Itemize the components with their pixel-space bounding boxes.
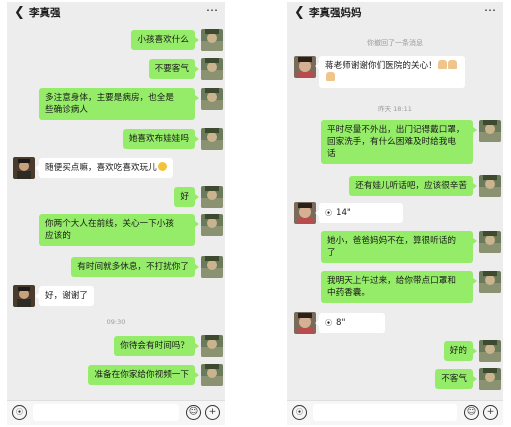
chevron-left-icon[interactable]: ❮ [294,6,306,20]
input-bar: ⦿ ☺ + [287,400,503,425]
message-bubble[interactable]: 你待会有时间吗？ [114,336,199,356]
chat-header: ❮ 李真强妈妈 ⋯ [287,2,503,24]
message-row: 还有娃儿听话吧，应该很辛苦 [287,175,503,197]
message-row: ⦿ 8" [287,312,503,334]
voice-icon[interactable]: ⦿ [292,405,307,420]
avatar[interactable] [479,231,501,253]
more-dots-icon[interactable]: ⋯ [206,3,218,17]
voice-message[interactable]: ⦿ 14" [315,203,403,223]
message-row: 蒋老师谢谢你们医院的关心！ [287,56,503,90]
avatar[interactable] [294,312,316,334]
message-bubble[interactable]: 你两个大人在前线，关心一下小孩 应该的 [39,214,199,246]
avatar[interactable] [201,256,223,278]
recalled-notice: 你撤回了一条消息 [367,39,423,47]
message-bubble[interactable]: 还有娃儿听话吧，应该很辛苦 [349,176,477,196]
avatar[interactable] [479,340,501,362]
message-bubble[interactable]: 多注意身体，主要是病房，也全是 些确诊病人 [39,88,199,120]
voice-message[interactable]: ⦿ 8" [315,313,385,333]
message-text: 随便买点嘛，喜欢吃喜欢玩儿 [45,163,157,173]
chat-title: 李真强 [29,7,61,19]
chat-window-left: ❮ 李真强 ⋯ 小孩喜欢什么 不要客气 多注意身体，主要是病房，也全是 些确诊病… [7,2,225,425]
message-row: 多注意身体，主要是病房，也全是 些确诊病人 [7,88,225,122]
timestamp: 昨天 18:11 [378,105,412,113]
avatar[interactable] [201,29,223,51]
voice-wave-icon: ⦿ [325,209,332,217]
message-row: 她小，爸爸妈妈不在，算很听话的 了 [287,231,503,265]
message-row: 好的 [287,340,503,362]
message-row: 准备在你家给你视频一下 [7,364,225,386]
message-bubble[interactable]: 她小，爸爸妈妈不在，算很听话的 了 [321,231,477,263]
input-bar: ⦿ ☺ + [7,400,225,425]
chat-header: ❮ 李真强 ⋯ [7,2,225,24]
message-row: 不要客气 [7,58,225,80]
smile-emoji-icon [157,162,167,171]
avatar[interactable] [201,58,223,80]
avatar[interactable] [294,202,316,224]
message-text: 蒋老师谢谢你们医院的关心！ [325,61,437,71]
message-row: 她喜欢布娃娃吗 [7,128,225,150]
voice-wave-icon: ⦿ [325,319,332,327]
message-row: 好，谢谢了 [7,285,225,307]
avatar[interactable] [479,120,501,142]
pray-emoji-icon [326,72,335,81]
message-bubble[interactable]: 好，谢谢了 [35,286,94,306]
more-dots-icon[interactable]: ⋯ [484,3,496,17]
chat-window-right: ❮ 李真强妈妈 ⋯ 你撤回了一条消息 蒋老师谢谢你们医院的关心！ 昨天 18:1… [287,2,503,425]
chevron-left-icon[interactable]: ❮ [14,6,26,20]
message-bubble[interactable]: 我明天上午过来，给你带点口罩和 中药香囊。 [321,271,477,303]
avatar[interactable] [201,364,223,386]
message-bubble[interactable]: 她喜欢布娃娃吗 [122,129,200,149]
plus-icon[interactable]: + [483,405,498,420]
message-row: ⦿ 14" [287,202,503,224]
avatar[interactable] [201,186,223,208]
voice-duration: 8" [336,318,346,328]
avatar[interactable] [479,271,501,293]
avatar[interactable] [479,368,501,390]
message-bubble[interactable]: 不客气 [435,369,477,389]
message-row: 我明天上午过来，给你带点口罩和 中药香囊。 [287,271,503,305]
message-row: 你待会有时间吗？ [7,335,225,357]
message-bubble[interactable]: 小孩喜欢什么 [131,30,199,50]
plus-icon[interactable]: + [205,405,220,420]
message-input[interactable] [33,404,179,421]
message-row: 你两个大人在前线，关心一下小孩 应该的 [7,214,225,248]
avatar[interactable] [13,157,35,179]
timestamp: 09:30 [106,318,126,326]
message-bubble[interactable]: 准备在你家给你视频一下 [88,365,199,385]
avatar[interactable] [201,128,223,150]
chat-title: 李真强妈妈 [309,7,362,19]
voice-duration: 14" [336,208,351,218]
message-bubble[interactable]: 蒋老师谢谢你们医院的关心！ [315,56,465,88]
message-row: 好 [7,186,225,208]
emoji-icon[interactable]: ☺ [186,405,201,420]
avatar[interactable] [294,56,316,78]
message-row: 有时间就多休息，不打扰你了 [7,256,225,278]
message-bubble[interactable]: 不要客气 [148,59,200,79]
message-row: 小孩喜欢什么 [7,29,225,51]
message-input[interactable] [313,404,457,421]
pray-emoji-icon [447,60,457,69]
avatar[interactable] [479,175,501,197]
emoji-icon[interactable]: ☺ [464,405,479,420]
avatar[interactable] [201,214,223,236]
voice-icon[interactable]: ⦿ [12,405,27,420]
pray-emoji-icon [437,60,447,69]
avatar[interactable] [201,88,223,110]
message-bubble[interactable]: 好 [174,187,199,207]
message-row: 不客气 [287,368,503,390]
avatar[interactable] [13,285,35,307]
message-bubble[interactable]: 有时间就多休息，不打扰你了 [71,257,199,277]
message-bubble[interactable]: 平时尽量不外出，出门记得戴口罩， 回家洗手，有什么困难及时给我电 话 [321,120,477,164]
message-row: 平时尽量不外出，出门记得戴口罩， 回家洗手，有什么困难及时给我电 话 [287,120,503,168]
avatar[interactable] [201,335,223,357]
message-row: 随便买点嘛，喜欢吃喜欢玩儿 [7,157,225,179]
message-bubble[interactable]: 随便买点嘛，喜欢吃喜欢玩儿 [35,158,173,178]
message-bubble[interactable]: 好的 [443,341,478,361]
